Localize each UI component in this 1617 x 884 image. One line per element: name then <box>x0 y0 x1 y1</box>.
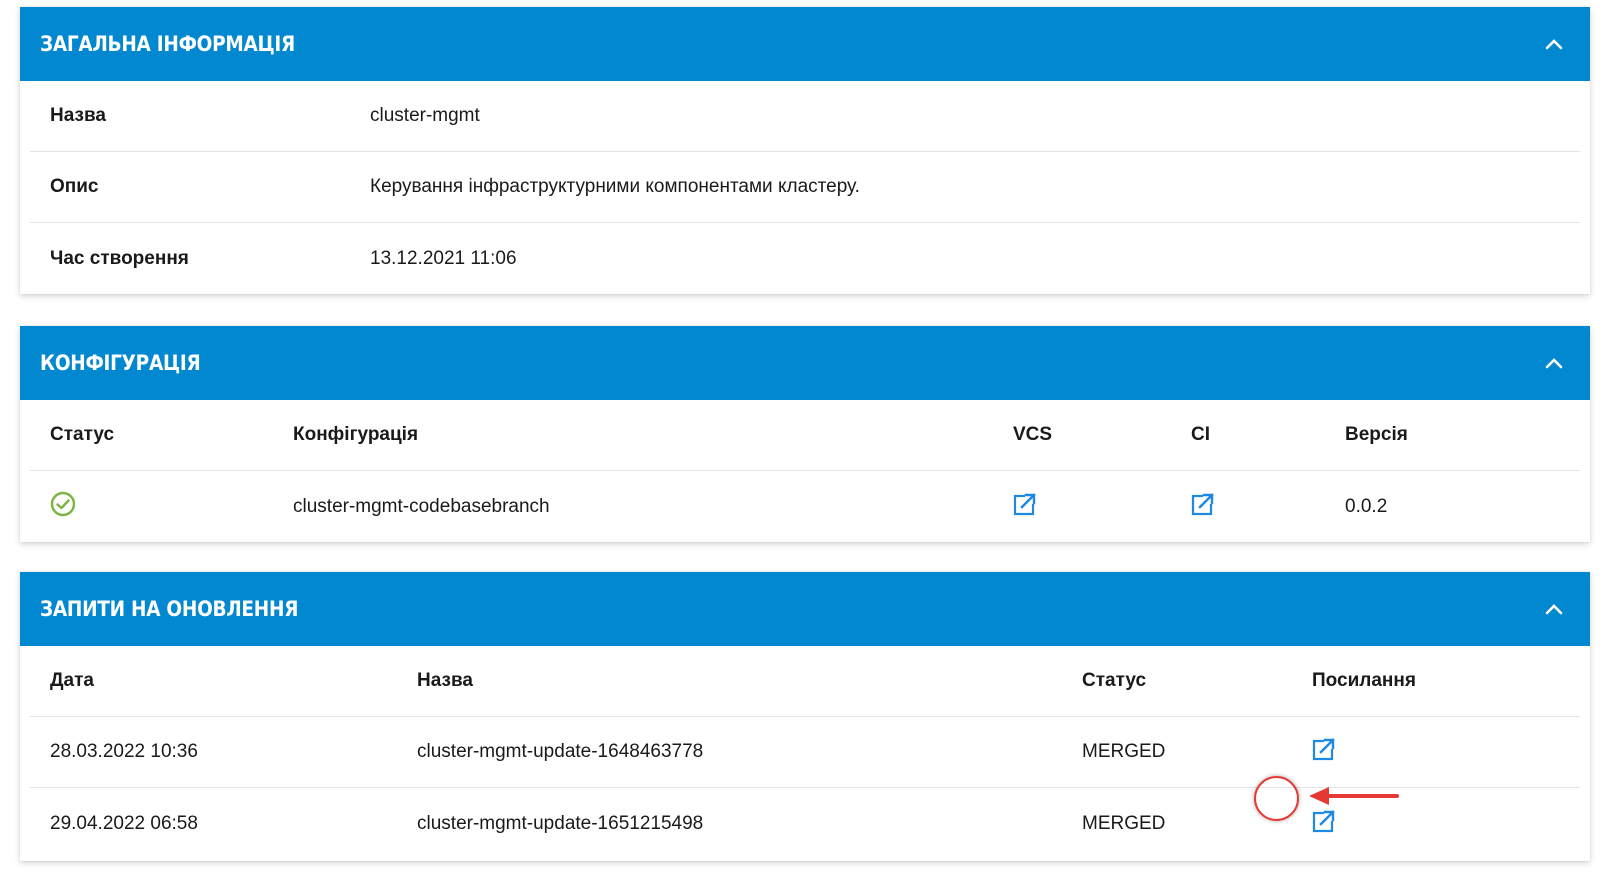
info-label: Час створення <box>50 247 189 269</box>
link-cell <box>1292 808 1580 839</box>
configuration-header[interactable]: КОНФІГУРАЦІЯ <box>20 326 1590 400</box>
column-header-vcs: VCS <box>1013 424 1053 445</box>
configuration-name: cluster-mgmt-codebasebranch <box>293 495 550 517</box>
info-value: cluster-mgmt <box>370 105 480 126</box>
version-value: 0.0.2 <box>1345 495 1388 517</box>
table-header-row: Дата Назва Статус Посилання <box>30 646 1580 717</box>
collapse-chevron-up-icon[interactable] <box>1538 347 1570 379</box>
request-date: 28.03.2022 10:36 <box>50 741 198 762</box>
request-status: MERGED <box>1082 812 1166 834</box>
general-info-panel: ЗАГАЛЬНА ІНФОРМАЦІЯ Назва cluster-mgmt О… <box>20 7 1590 294</box>
table-header-row: Статус Конфігурація VCS CI Версія <box>30 400 1580 471</box>
request-name: cluster-mgmt-update-1651215498 <box>417 812 704 834</box>
info-label: Опис <box>50 176 99 197</box>
column-header-status: Статус <box>50 424 115 445</box>
column-header-link: Посилання <box>1312 670 1416 691</box>
info-value: Керування інфраструктурними компонентами… <box>370 176 860 197</box>
link-cell <box>1292 737 1580 767</box>
vcs-cell <box>993 491 1171 522</box>
column-header-date: Дата <box>50 670 94 691</box>
collapse-chevron-up-icon[interactable] <box>1538 28 1570 60</box>
request-status: MERGED <box>1082 741 1166 762</box>
request-name: cluster-mgmt-update-1648463778 <box>417 741 704 762</box>
configuration-panel: КОНФІГУРАЦІЯ Статус Конфігурація VCS CI … <box>20 326 1590 542</box>
vcs-external-link-icon[interactable] <box>1013 491 1037 516</box>
request-date: 29.04.2022 06:58 <box>50 812 198 834</box>
status-cell <box>30 491 273 523</box>
info-row-created: Час створення 13.12.2021 11:06 <box>30 223 1580 294</box>
info-row-description: Опис Керування інфраструктурними компоне… <box>30 152 1580 223</box>
table-row: 28.03.2022 10:36 cluster-mgmt-update-164… <box>30 717 1580 788</box>
update-requests-panel: ЗАПИТИ НА ОНОВЛЕННЯ Дата Назва Статус По… <box>20 572 1590 861</box>
general-info-header[interactable]: ЗАГАЛЬНА ІНФОРМАЦІЯ <box>20 7 1590 81</box>
info-value: 13.12.2021 11:06 <box>370 247 517 269</box>
info-label: Назва <box>50 105 106 126</box>
column-header-status: Статус <box>1082 670 1147 691</box>
update-requests-header[interactable]: ЗАПИТИ НА ОНОВЛЕННЯ <box>20 572 1590 646</box>
ci-external-link-icon[interactable] <box>1191 491 1215 516</box>
panel-title: ЗАГАЛЬНА ІНФОРМАЦІЯ <box>40 32 296 56</box>
info-row-name: Назва cluster-mgmt <box>30 81 1580 152</box>
table-row: 29.04.2022 06:58 cluster-mgmt-update-165… <box>30 788 1580 859</box>
ci-cell <box>1171 491 1325 522</box>
panel-title: КОНФІГУРАЦІЯ <box>40 351 201 375</box>
column-header-configuration: Конфігурація <box>293 424 419 445</box>
table-row: cluster-mgmt-codebasebranch 0.0.2 <box>30 471 1580 542</box>
column-header-name: Назва <box>417 670 473 691</box>
column-header-ci: CI <box>1191 424 1210 445</box>
request-external-link-icon[interactable] <box>1312 808 1336 833</box>
collapse-chevron-up-icon[interactable] <box>1538 593 1570 625</box>
request-external-link-icon[interactable] <box>1312 737 1336 761</box>
panel-title: ЗАПИТИ НА ОНОВЛЕННЯ <box>40 597 299 621</box>
check-circle-icon <box>50 491 76 516</box>
column-header-version: Версія <box>1345 424 1408 445</box>
